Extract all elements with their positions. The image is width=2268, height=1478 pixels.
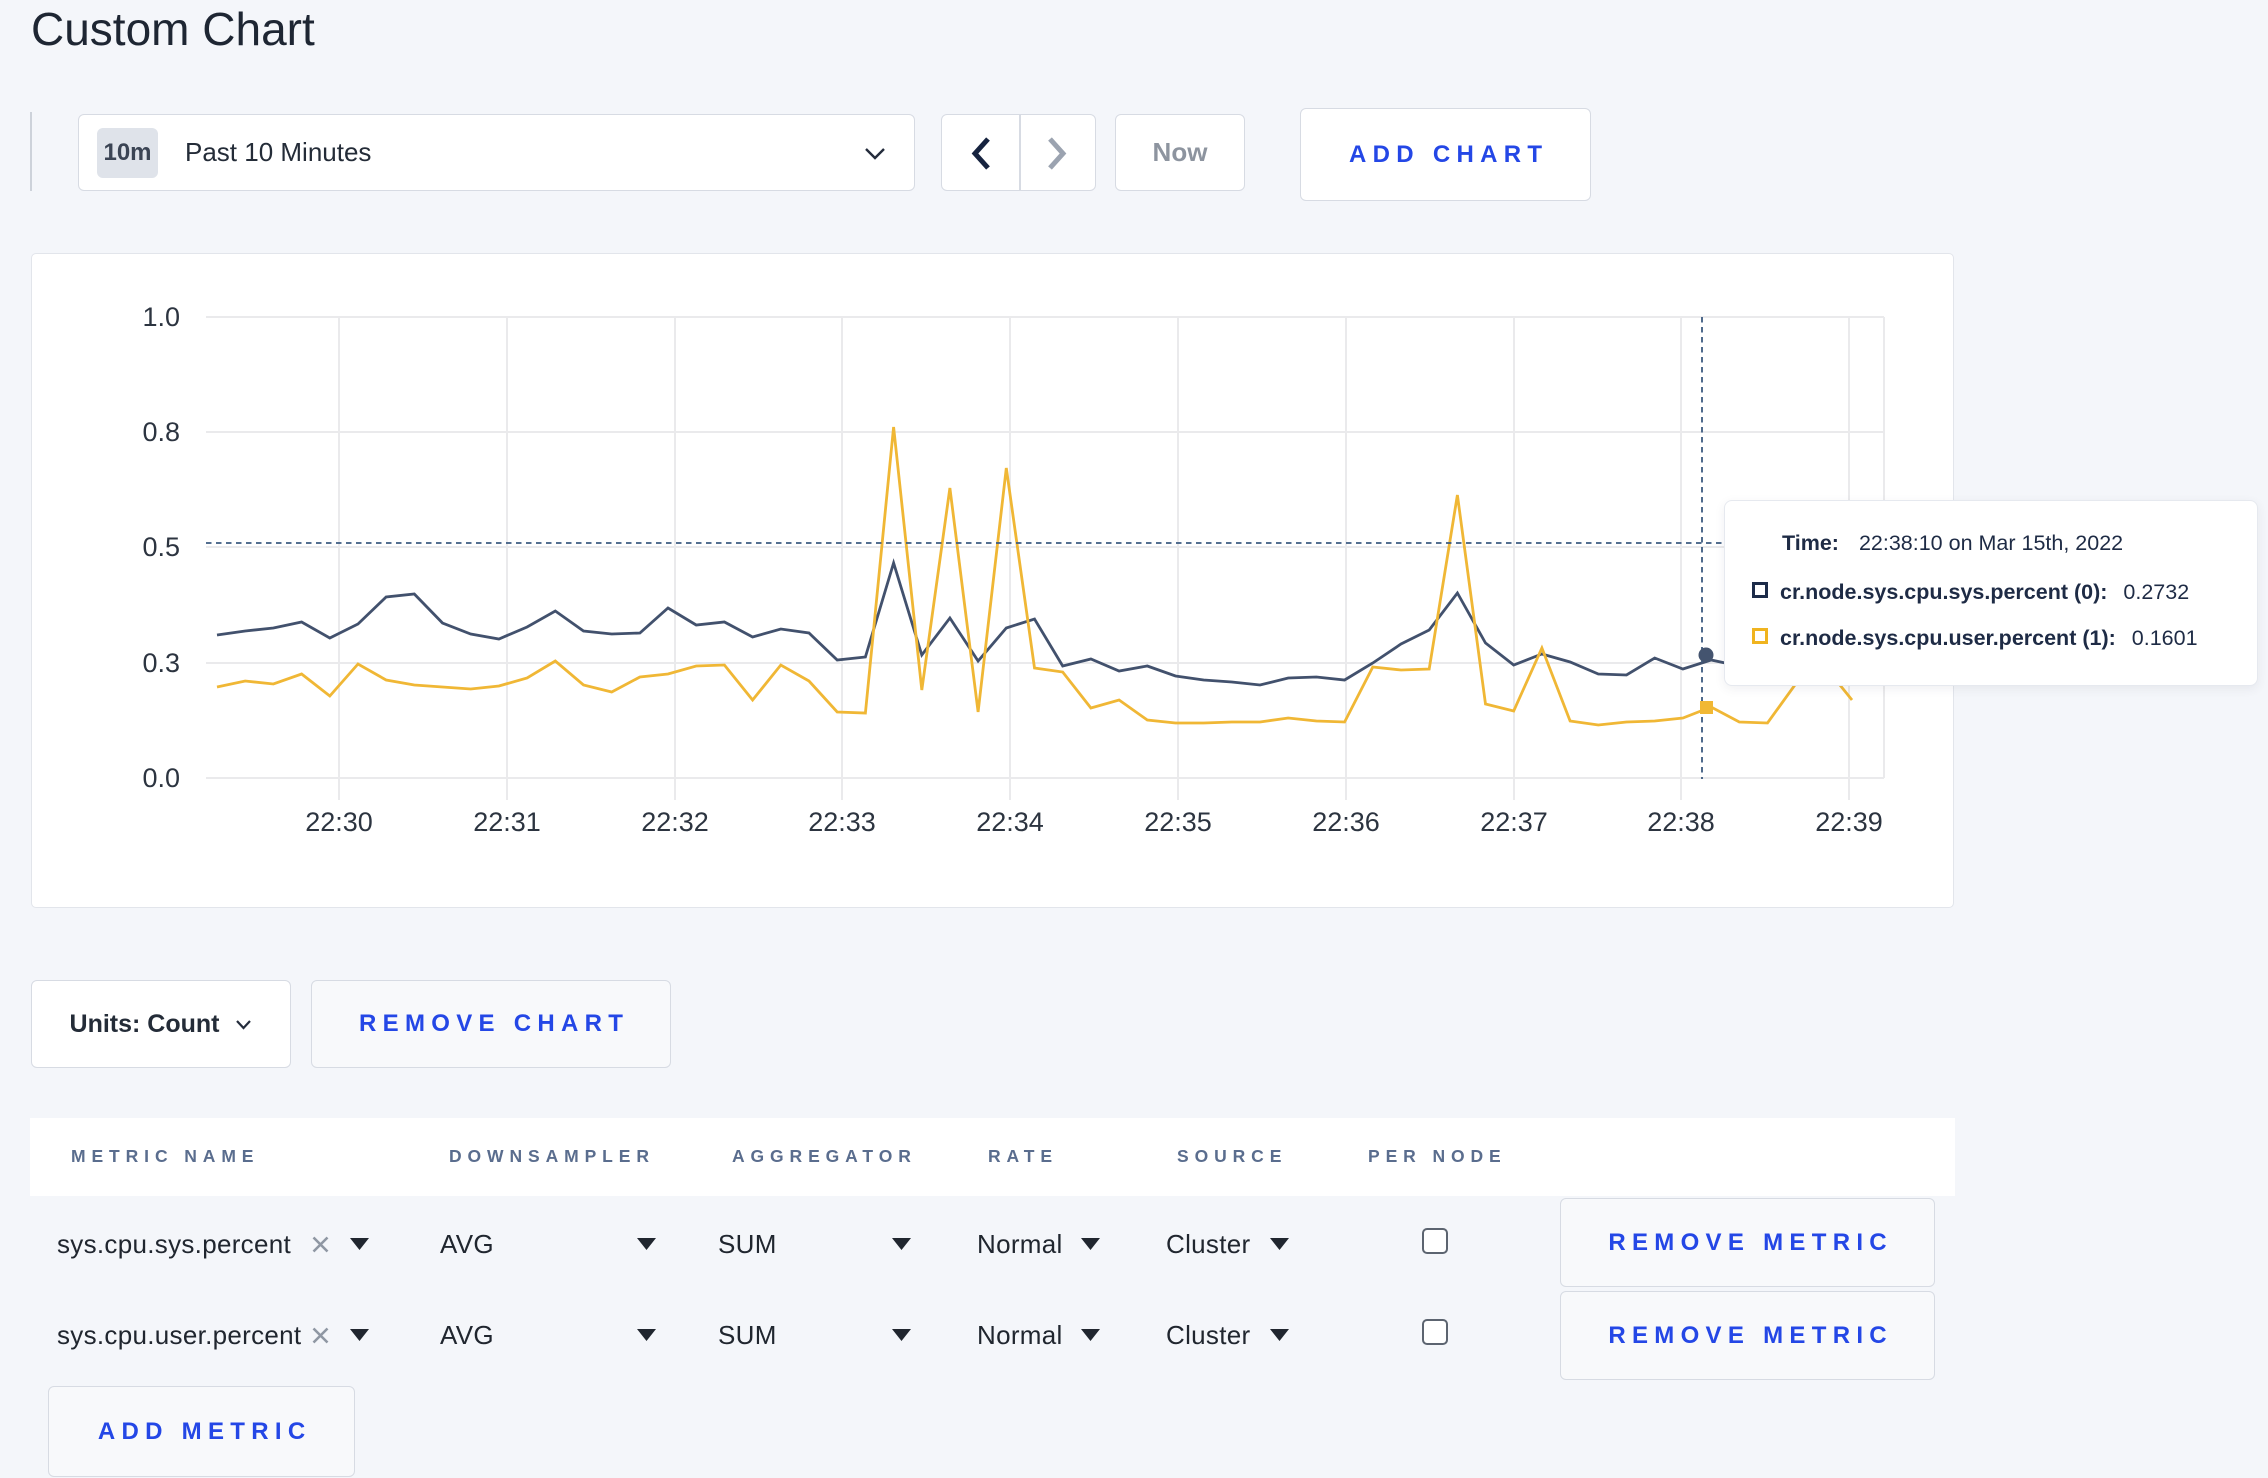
svg-text:1.0: 1.0: [142, 302, 180, 332]
svg-text:22:33: 22:33: [808, 807, 876, 837]
svg-text:22:31: 22:31: [473, 807, 541, 837]
svg-text:22:30: 22:30: [305, 807, 373, 837]
svg-text:0.8: 0.8: [142, 417, 180, 447]
svg-text:0.5: 0.5: [142, 532, 180, 562]
svg-text:0.3: 0.3: [142, 648, 180, 678]
svg-text:22:39: 22:39: [1815, 807, 1883, 837]
svg-text:22:34: 22:34: [976, 807, 1044, 837]
svg-text:22:37: 22:37: [1480, 807, 1548, 837]
svg-text:22:35: 22:35: [1144, 807, 1212, 837]
svg-text:22:32: 22:32: [641, 807, 709, 837]
svg-text:22:38: 22:38: [1647, 807, 1715, 837]
svg-text:0.0: 0.0: [142, 763, 180, 793]
svg-text:22:36: 22:36: [1312, 807, 1380, 837]
